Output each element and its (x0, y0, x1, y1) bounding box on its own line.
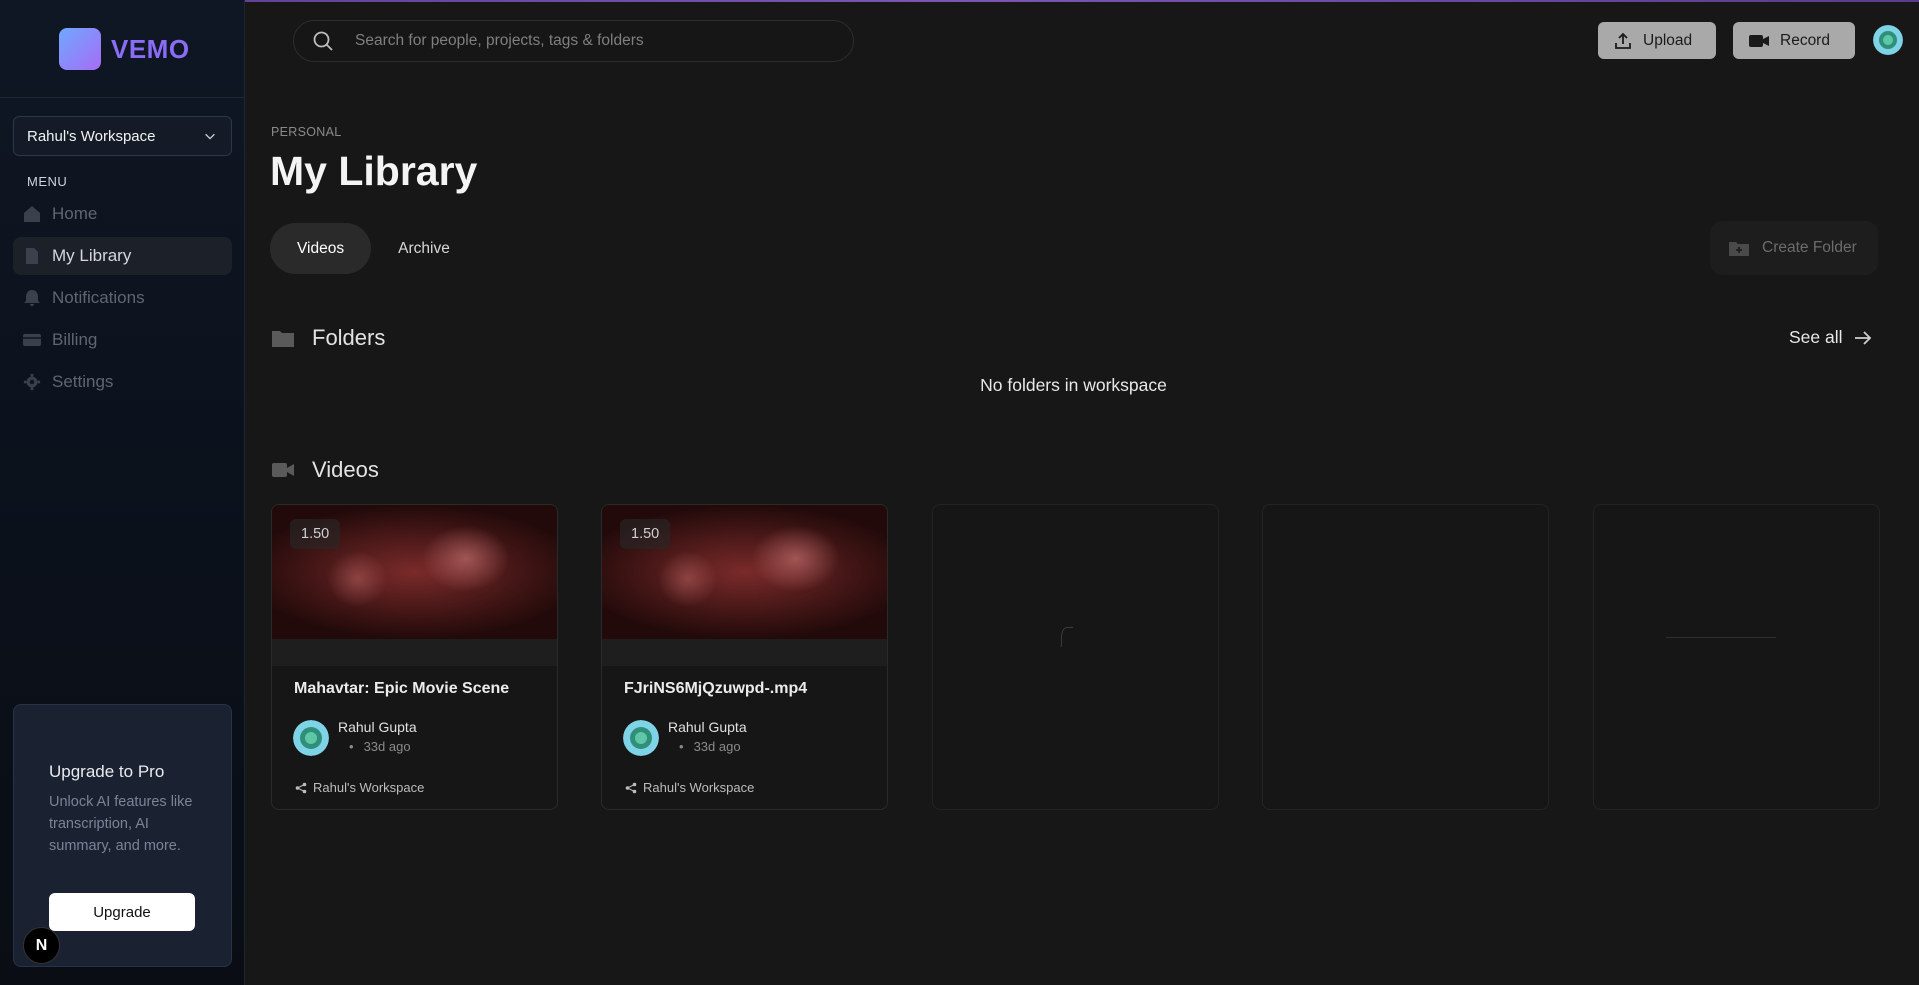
video-thumbnail[interactable]: 1.50 (602, 505, 887, 666)
workspace-name: Rahul's Workspace (27, 127, 156, 145)
sidebar-item-label: Notifications (52, 288, 145, 307)
sidebar-item-notifications[interactable]: Notifications (13, 279, 232, 317)
record-button[interactable]: Record (1733, 22, 1855, 59)
sidebar-item-my-library[interactable]: My Library (13, 237, 232, 275)
sidebar-item-label: Billing (52, 330, 98, 349)
folders-heading: Folders (271, 325, 385, 351)
playback-speed-badge: 1.50 (290, 519, 341, 549)
sidebar: VEMO Rahul's Workspace MENU Home My Libr… (0, 0, 245, 985)
sidebar-nav: Home My Library Notifications Billing Se… (13, 195, 232, 405)
folders-heading-label: Folders (312, 325, 386, 350)
user-avatar[interactable] (1873, 25, 1903, 55)
top-accent-line (0, 0, 1919, 2)
video-title[interactable]: FJriNS6MjQzuwpd-.mp4 (624, 680, 807, 698)
video-author: Rahul Gupta (338, 719, 417, 735)
library-tabs: Videos Archive (270, 223, 477, 274)
record-label: Record (1780, 31, 1830, 49)
brand-name: VEMO (111, 33, 190, 64)
video-timestamp: 33d ago (349, 739, 411, 754)
share-icon (295, 782, 307, 793)
next-badge-icon[interactable]: N (23, 927, 60, 964)
upgrade-button[interactable]: Upgrade (49, 893, 195, 931)
logo-icon (59, 28, 101, 70)
video-workspace-label: Rahul's Workspace (313, 780, 425, 795)
avatar (623, 720, 659, 756)
video-author: Rahul Gupta (668, 719, 747, 735)
upgrade-title: Upgrade to Pro (49, 762, 165, 781)
video-thumbnail[interactable]: 1.50 (272, 505, 557, 666)
thumbnail-band (272, 639, 557, 666)
playback-speed-badge: 1.50 (620, 519, 671, 549)
see-all-label: See all (1789, 327, 1843, 347)
tab-archive[interactable]: Archive (371, 223, 477, 274)
video-card-loading (932, 504, 1219, 810)
home-icon (22, 204, 42, 224)
video-card[interactable]: 1.50 Mahavtar: Epic Movie Scene Rahul Gu… (271, 504, 558, 810)
sidebar-divider (0, 97, 245, 98)
sidebar-item-label: My Library (52, 246, 132, 265)
empty-folders-message: No folders in workspace (980, 375, 1167, 395)
video-card-loading (1593, 504, 1880, 810)
arrow-right-icon (1854, 330, 1871, 345)
chevron-down-icon (205, 133, 215, 140)
video-title[interactable]: Mahavtar: Epic Movie Scene (294, 680, 509, 698)
video-workspace-label: Rahul's Workspace (643, 780, 755, 795)
tab-videos[interactable]: Videos (270, 223, 372, 274)
bell-icon (22, 288, 42, 308)
thumbnail-band (602, 639, 887, 666)
videos-heading: Videos (271, 457, 379, 483)
menu-label: MENU (27, 174, 68, 189)
see-all-link[interactable]: See all (1789, 327, 1873, 348)
avatar (293, 720, 329, 756)
workspace-selector[interactable]: Rahul's Workspace (13, 116, 232, 156)
loading-bar (1666, 637, 1776, 638)
video-card-loading (1262, 504, 1549, 810)
video-timestamp: 33d ago (679, 739, 741, 754)
breadcrumb: PERSONAL (271, 125, 342, 139)
credit-card-icon (22, 330, 42, 350)
video-workspace: Rahul's Workspace (625, 780, 754, 795)
search-icon (313, 31, 333, 51)
search-bar[interactable] (293, 20, 854, 62)
share-icon (625, 782, 637, 793)
upgrade-description: Unlock AI features like transcription, A… (49, 794, 193, 854)
upload-icon (1615, 32, 1631, 49)
video-camera-icon (272, 463, 294, 477)
sidebar-item-label: Home (52, 204, 98, 223)
sidebar-item-billing[interactable]: Billing (13, 321, 232, 359)
video-camera-icon (1749, 34, 1769, 47)
sidebar-item-home[interactable]: Home (13, 195, 232, 233)
video-card[interactable]: 1.50 FJriNS6MjQzuwpd-.mp4 Rahul Gupta 33… (601, 504, 888, 810)
loading-spinner-icon (1061, 627, 1073, 647)
brand-logo[interactable]: VEMO (59, 28, 190, 70)
create-folder-button[interactable]: Create Folder (1710, 221, 1878, 275)
file-icon (22, 246, 42, 266)
folder-plus-icon (1729, 242, 1749, 256)
folder-icon (272, 331, 294, 347)
videos-heading-label: Videos (312, 457, 379, 482)
upload-button[interactable]: Upload (1598, 22, 1716, 59)
video-workspace: Rahul's Workspace (295, 780, 424, 795)
page-title: My Library (270, 148, 478, 194)
upload-label: Upload (1643, 31, 1693, 49)
create-folder-label: Create Folder (1762, 239, 1857, 256)
search-input[interactable] (355, 32, 815, 50)
